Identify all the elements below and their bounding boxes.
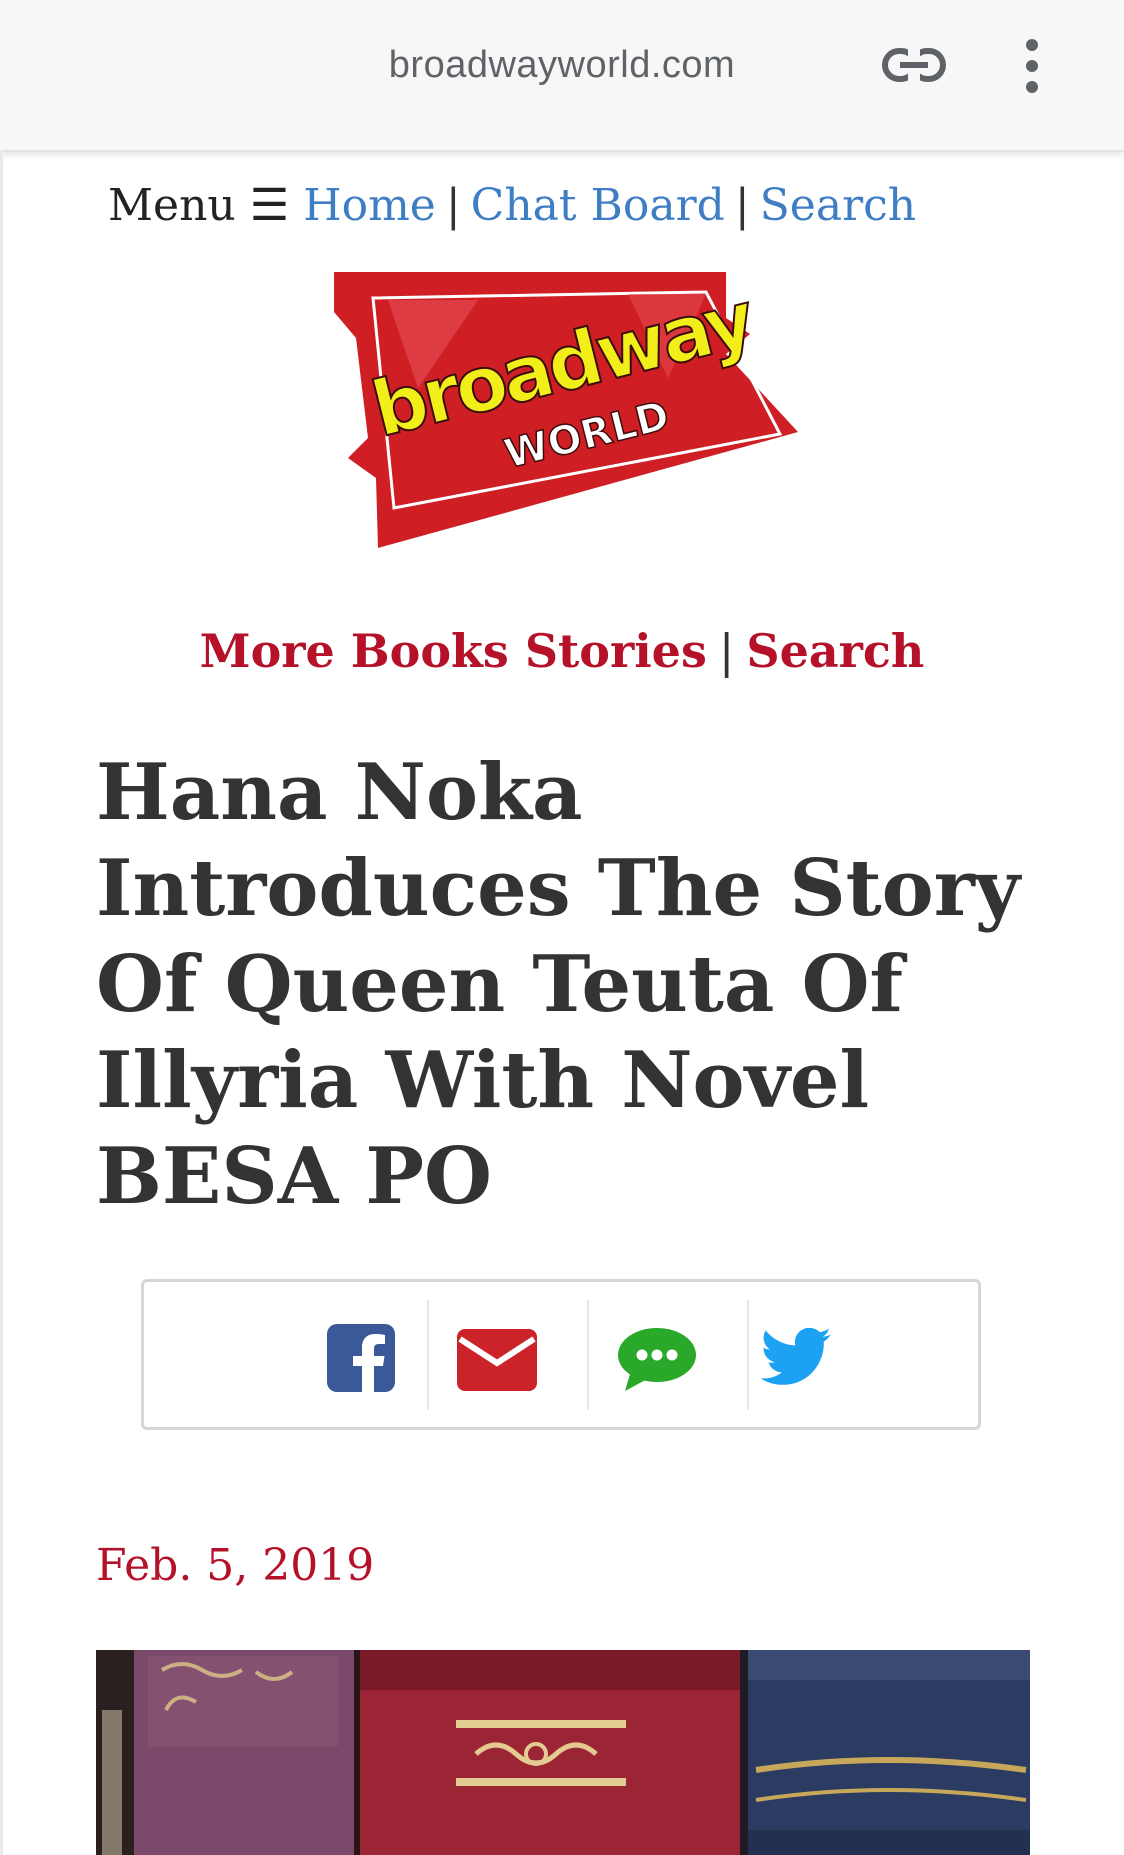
email-icon bbox=[457, 1329, 537, 1391]
share-divider bbox=[587, 1300, 589, 1410]
twitter-share-button[interactable] bbox=[759, 1282, 919, 1427]
home-link[interactable]: Home bbox=[303, 180, 436, 231]
menu-button[interactable]: Menu ☰ bbox=[108, 180, 289, 231]
message-icon bbox=[618, 1328, 696, 1391]
more-books-stories-link[interactable]: More Books Stories bbox=[200, 624, 707, 678]
article-title: Hana Noka Introduces The Story Of Queen … bbox=[96, 747, 1021, 1222]
section-nav-separator: | bbox=[718, 624, 735, 678]
search-link[interactable]: Search bbox=[760, 180, 916, 231]
share-divider bbox=[747, 1300, 749, 1410]
message-share-button[interactable] bbox=[604, 1282, 764, 1427]
twitter-icon bbox=[761, 1328, 831, 1385]
facebook-share-button[interactable] bbox=[284, 1282, 444, 1427]
url-text[interactable]: broadwayworld.com bbox=[0, 44, 1124, 87]
broadway-world-logo[interactable]: broadway WORLD bbox=[328, 268, 798, 548]
more-options-icon[interactable] bbox=[1020, 38, 1044, 94]
facebook-icon bbox=[327, 1324, 395, 1392]
top-nav: Menu ☰ Home | Chat Board | Search bbox=[108, 180, 916, 231]
nav-separator: | bbox=[734, 180, 750, 231]
chat-board-link[interactable]: Chat Board bbox=[471, 180, 725, 231]
share-bar bbox=[141, 1279, 981, 1430]
section-nav: More Books Stories | Search bbox=[0, 624, 1124, 678]
section-search-link[interactable]: Search bbox=[746, 624, 924, 678]
article-date: Feb. 5, 2019 bbox=[96, 1540, 375, 1591]
link-icon[interactable] bbox=[882, 45, 946, 85]
page-edge bbox=[0, 150, 3, 1855]
email-share-button[interactable] bbox=[444, 1282, 604, 1427]
share-divider bbox=[427, 1300, 429, 1410]
article-hero-image[interactable] bbox=[96, 1650, 1030, 1855]
nav-separator: | bbox=[445, 180, 461, 231]
browser-url-bar[interactable]: broadwayworld.com bbox=[0, 0, 1124, 152]
